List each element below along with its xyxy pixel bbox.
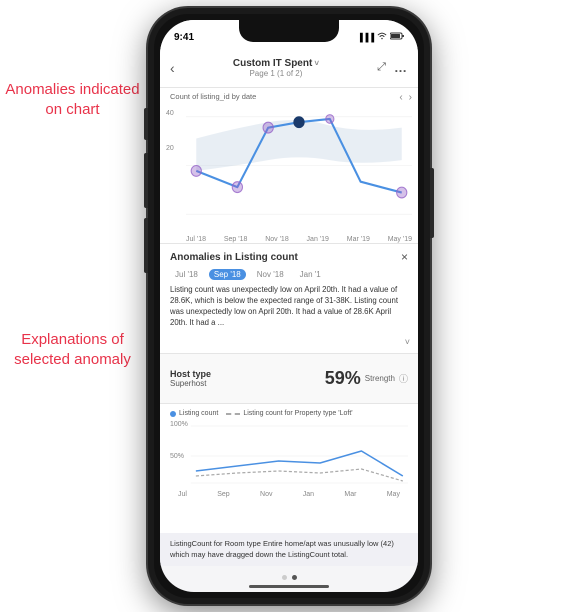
status-time: 9:41 [174, 32, 194, 43]
chart-nav-right[interactable]: › [409, 92, 412, 103]
mini-x-nov: Nov [260, 491, 272, 498]
x-label-jan19: Jan '19 [307, 236, 329, 243]
header-bar: ‹ Custom IT Spent ˅ Page 1 (1 of 2) ⤢ … [160, 48, 418, 88]
anomaly-panel: Anomalies in Listing count × Jul '18 Sep… [160, 243, 418, 353]
mini-chart-section: Listing count Listing count for Property… [160, 403, 418, 533]
mini-y-50: 50% [170, 453, 184, 460]
legend-listing-count: Listing count [170, 410, 218, 417]
host-type-value: Superhost [170, 379, 211, 388]
x-label-mar19: Mar '19 [347, 236, 370, 243]
host-info: Host type Superhost [170, 369, 211, 388]
x-label-sep18: Sep '18 [224, 236, 248, 243]
chart-y-labels: 40 20 [166, 110, 174, 152]
mini-legend: Listing count Listing count for Property… [170, 410, 408, 417]
chart-label: Count of listing_id by date [170, 92, 256, 101]
volume-up-button[interactable] [144, 153, 148, 208]
home-indicator[interactable] [249, 585, 329, 588]
y-label-20: 20 [166, 145, 174, 152]
anomaly-expand-icon[interactable]: ˅ [405, 337, 410, 347]
chart-svg [186, 106, 412, 225]
main-chart: Count of listing_id by date ‹ › 40 20 [160, 88, 418, 243]
header-center: Custom IT Spent ˅ Page 1 (1 of 2) [233, 58, 319, 78]
power-button[interactable] [430, 168, 434, 238]
anomaly-close-button[interactable]: × [401, 250, 408, 264]
anomaly-title: Anomalies in Listing count [170, 252, 298, 263]
mini-chart-area: 100% 50% [170, 421, 408, 489]
strength-percentage: 59% [325, 368, 361, 389]
x-label-nov18: Nov '18 [265, 236, 289, 243]
y-label-40: 40 [166, 110, 174, 117]
legend-label-loft: Listing count for Property type 'Loft' [243, 410, 352, 417]
anomaly-tab-nov18[interactable]: Nov '18 [252, 269, 289, 280]
strength-label: Strength [365, 374, 395, 383]
phone-inner: 9:41 ▐▐▐ [154, 14, 424, 598]
mini-x-mar: Mar [344, 491, 356, 498]
mini-y-100: 100% [170, 421, 188, 428]
mini-chart-svg [170, 421, 408, 489]
expand-icon[interactable]: ⤢ [377, 61, 386, 74]
host-type-label: Host type [170, 369, 211, 379]
status-icons: ▐▐▐ [357, 32, 404, 42]
header-actions: ⤢ … [377, 60, 408, 75]
back-arrow-icon[interactable]: ‹ [170, 60, 175, 76]
header-title: Custom IT Spent ˅ [233, 58, 319, 69]
title-text: Custom IT Spent [233, 58, 312, 69]
host-strength: 59% Strength ⓘ [325, 368, 408, 389]
header-back[interactable]: ‹ [170, 60, 175, 76]
mini-x-jan: Jan [303, 491, 314, 498]
page-dots [160, 575, 418, 580]
mini-x-sep: Sep [217, 491, 229, 498]
legend-loft: Listing count for Property type 'Loft' [226, 410, 352, 417]
mini-x-labels: Jul Sep Nov Jan Mar May [170, 491, 408, 498]
page-dot-2[interactable] [292, 575, 297, 580]
notch [239, 20, 339, 42]
screen: 9:41 ▐▐▐ [160, 20, 418, 592]
annotation-explanations: Explanations of selected anomaly [0, 330, 145, 369]
anomaly-tab-jul18[interactable]: Jul '18 [170, 269, 203, 280]
volume-mute-button[interactable] [144, 108, 148, 140]
anomaly-tab-jan19[interactable]: Jan '1 [295, 269, 326, 280]
explanation-text: ListingCount for Room type Entire home/a… [170, 539, 394, 559]
legend-label-listing: Listing count [179, 410, 218, 417]
signal-icon: ▐▐▐ [357, 33, 374, 42]
chart-nav[interactable]: ‹ › [399, 92, 412, 103]
mini-x-jul: Jul [178, 491, 187, 498]
chart-nav-left[interactable]: ‹ [399, 92, 402, 103]
legend-dash-loft [226, 413, 240, 415]
page-dot-1[interactable] [282, 575, 287, 580]
more-icon[interactable]: … [394, 60, 408, 75]
phone-shell: 9:41 ▐▐▐ [148, 8, 430, 604]
mini-x-may: May [387, 491, 400, 498]
annotation-anomalies: Anomalies indicated on chart [0, 80, 145, 119]
legend-dot-blue [170, 411, 176, 417]
anomaly-text: Listing count was unexpectedly low on Ap… [170, 285, 408, 329]
anomaly-tabs: Jul '18 Sep '18 Nov '18 Jan '1 [170, 269, 408, 280]
chart-x-labels: Jul '18 Sep '18 Nov '18 Jan '19 Mar '19 … [186, 236, 412, 243]
explanation-box: ListingCount for Room type Entire home/a… [160, 533, 418, 566]
chart-area [186, 106, 412, 225]
anomaly-header: Anomalies in Listing count × [170, 250, 408, 264]
x-label-may19: May '19 [388, 236, 412, 243]
host-section: Host type Superhost 59% Strength ⓘ [160, 353, 418, 403]
battery-icon [390, 32, 404, 42]
x-label-jul18: Jul '18 [186, 236, 206, 243]
volume-down-button[interactable] [144, 218, 148, 273]
wifi-icon [377, 32, 387, 42]
dropdown-icon[interactable]: ˅ [314, 59, 319, 68]
info-icon[interactable]: ⓘ [399, 372, 408, 385]
header-subtitle: Page 1 (1 of 2) [249, 69, 302, 78]
anomaly-tab-sep18[interactable]: Sep '18 [209, 269, 246, 280]
